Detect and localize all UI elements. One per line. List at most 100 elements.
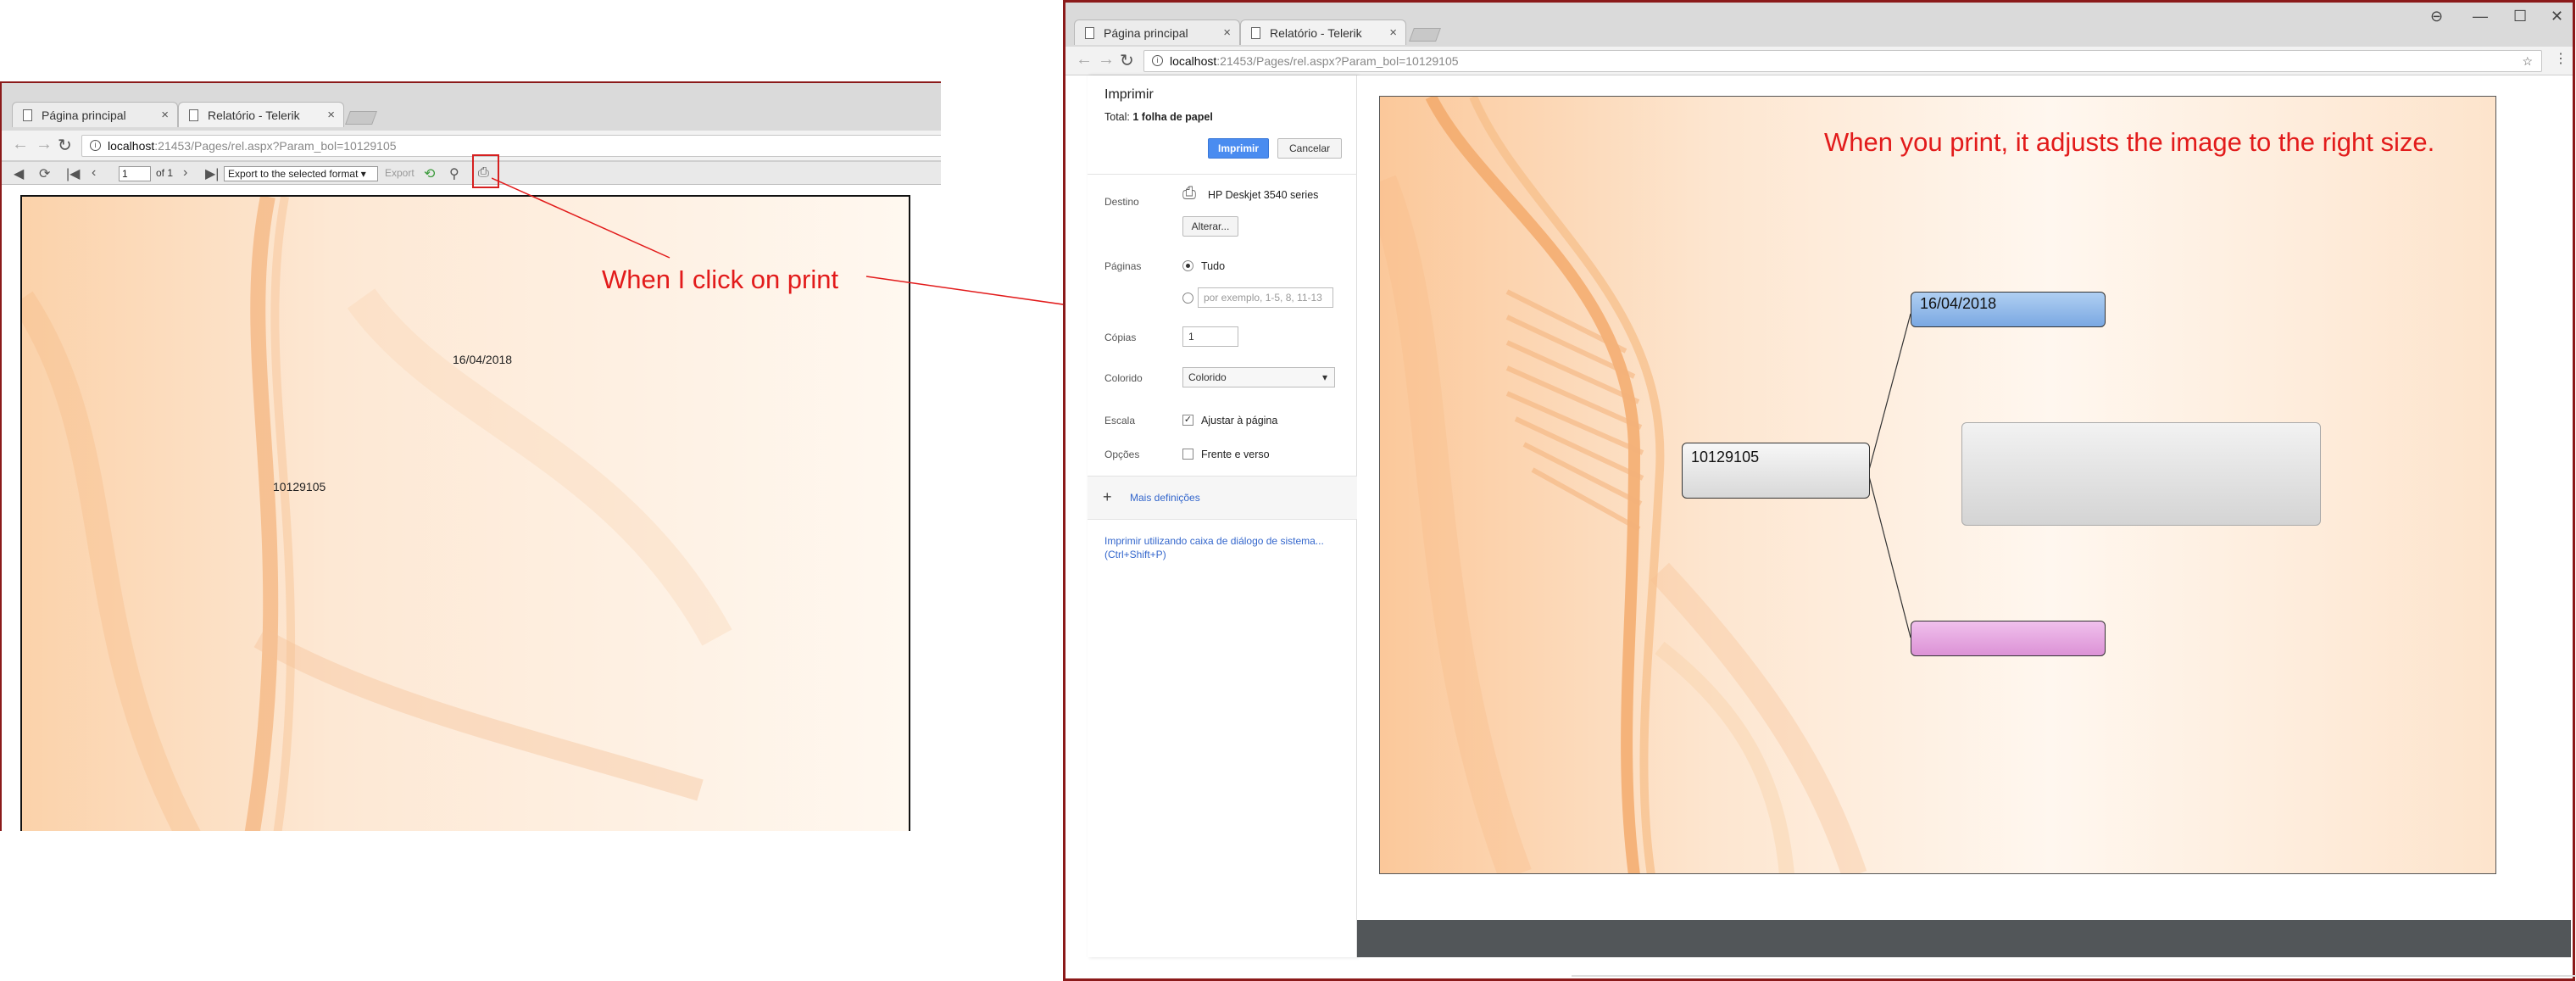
- print-title: Imprimir: [1104, 87, 1154, 102]
- dropdown-arrow-icon: ▾: [1321, 371, 1327, 383]
- search-binoculars-icon[interactable]: ⚲: [449, 165, 459, 182]
- tab-pagina-principal[interactable]: Página principal ×: [12, 102, 178, 127]
- pages-range-input[interactable]: por exemplo, 1-5, 8, 11-13: [1198, 287, 1333, 308]
- close-tab-icon[interactable]: ×: [1223, 20, 1231, 46]
- document-icon: [189, 109, 198, 121]
- print-preview-area: 10129105 16/04/2018 When you print, it a…: [1357, 75, 2571, 957]
- duplex-label: Frente e verso: [1201, 449, 1270, 460]
- plus-icon: +: [1103, 488, 1112, 505]
- preview-paper: 10129105 16/04/2018 When you print, it a…: [1357, 75, 2571, 920]
- color-select[interactable]: Colorido ▾: [1182, 367, 1335, 387]
- date-node: 16/04/2018: [1911, 292, 2106, 327]
- report-id: 10129105: [273, 480, 326, 493]
- menu-icon[interactable]: ⋮: [2554, 50, 2568, 67]
- root-node: 10129105: [1682, 443, 1870, 499]
- pages-all-radio[interactable]: [1182, 260, 1193, 271]
- refresh-circle-icon[interactable]: ⟳: [39, 165, 50, 182]
- copies-label: Cópias: [1104, 332, 1137, 343]
- info-icon: i: [90, 140, 101, 151]
- tab-relatorio[interactable]: Relatório - Telerik ×: [1240, 20, 1406, 45]
- total-value: 1 folha de papel: [1132, 111, 1213, 123]
- total-prefix: Total:: [1104, 111, 1133, 123]
- first-page-icon[interactable]: |◀: [66, 165, 80, 182]
- scale-label: Escala: [1104, 415, 1136, 426]
- document-icon: [1251, 27, 1260, 39]
- tab-label: Página principal: [1104, 26, 1188, 40]
- tab-relatorio[interactable]: Relatório - Telerik ×: [178, 102, 344, 127]
- tab-strip: Página principal × Relatório - Telerik ×…: [1065, 3, 2573, 47]
- last-page-icon[interactable]: ▶|: [205, 165, 219, 182]
- change-destination-button[interactable]: Alterar...: [1182, 216, 1238, 237]
- color-value: Colorido: [1188, 371, 1227, 383]
- next-page-icon[interactable]: ›: [183, 165, 187, 181]
- fit-to-page-checkbox[interactable]: ✓: [1182, 415, 1193, 426]
- reload-icon[interactable]: ↻: [58, 135, 72, 156]
- maximize-icon[interactable]: ☐: [2513, 8, 2527, 25]
- document-icon: [1085, 27, 1094, 39]
- system-dialog-link[interactable]: Imprimir utilizando caixa de diálogo de …: [1104, 535, 1324, 547]
- close-window-icon[interactable]: ✕: [2551, 8, 2563, 25]
- print-annotation-text: When you print, it adjusts the image to …: [1824, 127, 2435, 157]
- more-settings-link[interactable]: Mais definições: [1130, 492, 1200, 504]
- pages-custom-radio[interactable]: [1182, 293, 1193, 304]
- print-settings-panel: Imprimir Total: 1 folha de papel Imprimi…: [1088, 75, 1357, 957]
- copies-input[interactable]: 1: [1182, 326, 1238, 347]
- export-button[interactable]: Export: [385, 167, 414, 179]
- tab-label: Relatório - Telerik: [1270, 26, 1362, 40]
- root-node-label: 10129105: [1691, 449, 1760, 465]
- divider: [1088, 174, 1357, 175]
- page-number-input[interactable]: 1: [119, 166, 151, 181]
- tab-label: Página principal: [42, 109, 126, 122]
- dropdown-arrow-icon: ▾: [360, 168, 366, 180]
- destination-value: HP Deskjet 3540 series: [1208, 189, 1319, 201]
- back-circle-icon[interactable]: ◀: [14, 165, 24, 182]
- address-path: :21453/Pages/rel.aspx?Param_bol=10129105: [154, 139, 397, 153]
- print-button[interactable]: Imprimir: [1208, 138, 1269, 159]
- annotation-text: When I click on print: [602, 265, 839, 294]
- color-label: Colorido: [1104, 372, 1143, 384]
- document-icon: [23, 109, 32, 121]
- export-format-select[interactable]: Export to the selected format ▾: [224, 166, 378, 181]
- pages-label: Páginas: [1104, 260, 1142, 272]
- right-browser-window: Página principal × Relatório - Telerik ×…: [1063, 0, 2575, 981]
- destination-label: Destino: [1104, 196, 1139, 208]
- divider: [1088, 519, 1357, 520]
- tab-pagina-principal[interactable]: Página principal ×: [1074, 20, 1240, 45]
- back-arrow-icon[interactable]: ←: [12, 135, 29, 154]
- preview-report-page: 10129105 16/04/2018 When you print, it a…: [1379, 96, 2496, 874]
- back-arrow-icon[interactable]: ←: [1076, 50, 1093, 70]
- pages-all-label: Tudo: [1201, 260, 1226, 272]
- forward-arrow-icon[interactable]: →: [1098, 50, 1115, 70]
- tab-strip: Página principal × Relatório - Telerik ×: [2, 83, 941, 131]
- close-tab-icon[interactable]: ×: [327, 103, 335, 128]
- close-tab-icon[interactable]: ×: [161, 103, 169, 128]
- tab-label: Relatório - Telerik: [208, 109, 300, 122]
- export-format-value: Export to the selected format: [228, 168, 359, 180]
- system-dialog-shortcut: (Ctrl+Shift+P): [1104, 549, 1166, 560]
- cancel-button[interactable]: Cancelar: [1277, 138, 1342, 159]
- duplex-checkbox[interactable]: [1182, 449, 1193, 460]
- date-node-label: 16/04/2018: [1920, 295, 1997, 312]
- address-host: localhost: [108, 139, 155, 153]
- reload-icon[interactable]: ↻: [1120, 50, 1134, 71]
- address-bar[interactable]: i localhost:21453/Pages/rel.aspx?Param_b…: [81, 135, 941, 157]
- address-row: ← → ↻ i localhost:21453/Pages/rel.aspx?P…: [1065, 47, 2573, 75]
- minimize-icon[interactable]: —: [2473, 8, 2488, 25]
- divider: [1572, 975, 2576, 977]
- close-tab-icon[interactable]: ×: [1389, 20, 1397, 46]
- forward-arrow-icon[interactable]: →: [36, 135, 53, 154]
- fit-to-page-label: Ajustar à página: [1201, 415, 1278, 426]
- dna-background-image: [1380, 97, 2495, 873]
- print-total: Total: 1 folha de papel: [1104, 111, 1213, 123]
- more-settings-row[interactable]: + Mais definições: [1088, 477, 1357, 519]
- gray-node: [1961, 422, 2321, 526]
- refresh-report-icon[interactable]: ⟲: [424, 165, 435, 182]
- profile-icon[interactable]: ⊖: [2430, 8, 2443, 25]
- page-count-label: of 1: [156, 167, 174, 179]
- address-bar[interactable]: i localhost:21453/Pages/rel.aspx?Param_b…: [1143, 50, 2542, 72]
- bookmark-star-icon[interactable]: ☆: [2522, 51, 2533, 71]
- previous-page-icon[interactable]: ‹: [92, 165, 96, 181]
- new-tab-button[interactable]: [345, 111, 377, 125]
- pink-node: [1911, 621, 2106, 656]
- new-tab-button[interactable]: [1409, 28, 1441, 42]
